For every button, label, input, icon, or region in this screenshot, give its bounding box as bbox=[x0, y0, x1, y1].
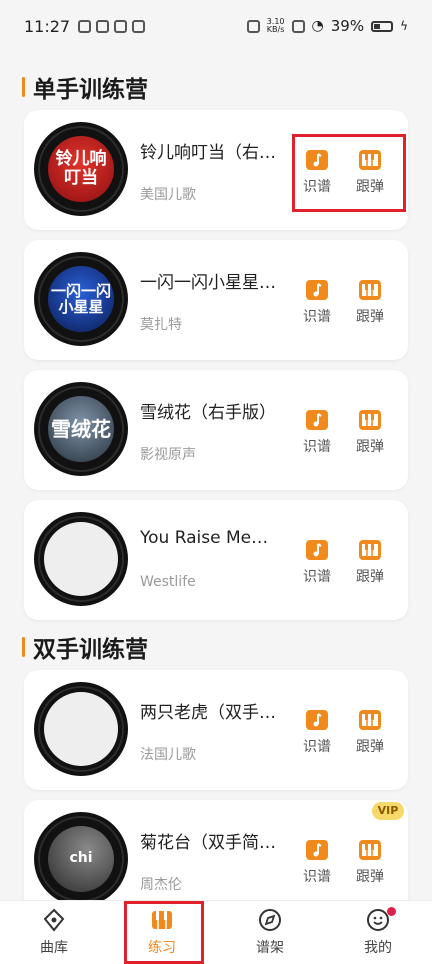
highlight-box-actions bbox=[292, 134, 406, 212]
section-title-text: 单手训练营 bbox=[33, 77, 148, 103]
bottom-tab-bar: 曲库 练习 谱架 我的 bbox=[0, 900, 432, 964]
record-disc bbox=[34, 682, 128, 776]
song-title: 一闪一闪小星星… bbox=[140, 273, 276, 293]
sight-read-label: 识谱 bbox=[303, 869, 331, 885]
status-right: 3.10 KB/s ◔ 39% ϟ bbox=[246, 17, 408, 35]
note-icon bbox=[306, 710, 328, 730]
notification-icons bbox=[78, 19, 146, 33]
play-along-label: 跟弹 bbox=[356, 869, 384, 885]
song-title: You Raise Me… bbox=[140, 528, 269, 548]
song-title: 菊花台（双手简… bbox=[140, 833, 276, 853]
battery-icon bbox=[371, 20, 394, 32]
sight-read-label: 识谱 bbox=[303, 309, 331, 325]
music-library-icon bbox=[43, 908, 65, 932]
play-along-button[interactable]: 跟弹 bbox=[350, 840, 390, 886]
record-disc: chi bbox=[34, 812, 128, 906]
piano-keys-icon bbox=[359, 410, 381, 430]
play-along-label: 跟弹 bbox=[356, 439, 384, 455]
song-title: 铃儿响叮当（右… bbox=[140, 143, 276, 163]
song-card[interactable]: 两只老虎（双手… 法国儿歌 识谱 跟弹 bbox=[24, 670, 408, 790]
sight-read-button[interactable]: 识谱 bbox=[297, 840, 337, 886]
play-along-button[interactable]: 跟弹 bbox=[350, 280, 390, 326]
record-disc: 铃儿响叮当 bbox=[34, 122, 128, 216]
section-title-single-hand: 单手训练营 bbox=[22, 70, 148, 104]
song-artist: 影视原声 bbox=[140, 447, 196, 463]
play-along-label: 跟弹 bbox=[356, 739, 384, 755]
cover-art: 一闪一闪 小星星 bbox=[48, 266, 114, 332]
sight-read-button[interactable]: 识谱 bbox=[297, 710, 337, 756]
battery-percent: 39% bbox=[330, 17, 365, 35]
record-disc: 雪绒花 bbox=[34, 382, 128, 476]
sight-read-label: 识谱 bbox=[303, 739, 331, 755]
net-speed-unit: KB/s bbox=[266, 25, 285, 34]
compass-icon bbox=[259, 909, 281, 931]
note-icon bbox=[306, 410, 328, 430]
song-title: 两只老虎（双手… bbox=[140, 703, 276, 723]
note-icon bbox=[306, 840, 328, 860]
tab-label: 曲库 bbox=[40, 940, 68, 956]
note-icon bbox=[306, 540, 328, 560]
piano-keys-icon bbox=[359, 540, 381, 560]
cover-art: 雪绒花 bbox=[48, 396, 114, 462]
cover-art: 铃儿响叮当 bbox=[48, 136, 114, 202]
record-disc: 一闪一闪 小星星 bbox=[34, 252, 128, 346]
play-along-button[interactable]: 跟弹 bbox=[350, 540, 390, 586]
song-card[interactable]: 一闪一闪 小星星 一闪一闪小星星… 莫扎特 识谱 跟弹 bbox=[24, 240, 408, 360]
tab-label: 我的 bbox=[364, 940, 392, 956]
status-bar: 11:27 3.10 KB/s ◔ 39% ϟ bbox=[0, 0, 432, 52]
song-artist: 法国儿歌 bbox=[140, 747, 196, 763]
app-icon bbox=[96, 19, 110, 33]
note-icon bbox=[306, 280, 328, 300]
highlight-box-practice-tab bbox=[124, 901, 204, 964]
sight-read-button[interactable]: 识谱 bbox=[297, 540, 337, 586]
net-speed: 3.10 KB/s bbox=[267, 18, 285, 34]
song-artist: 周杰伦 bbox=[140, 877, 182, 893]
vip-badge: VIP bbox=[372, 802, 404, 820]
section-bar bbox=[22, 77, 25, 97]
section-title-two-hand: 双手训练营 bbox=[22, 630, 148, 664]
song-card[interactable]: 雪绒花 雪绒花（右手版） 影视原声 识谱 跟弹 bbox=[24, 370, 408, 490]
record-disc bbox=[34, 512, 128, 606]
sight-read-button[interactable]: 识谱 bbox=[297, 410, 337, 456]
sight-read-button[interactable]: 识谱 bbox=[297, 280, 337, 326]
sim-icon bbox=[291, 19, 305, 33]
song-artist: 美国儿歌 bbox=[140, 187, 196, 203]
play-along-label: 跟弹 bbox=[356, 309, 384, 325]
wechat-icon bbox=[132, 19, 146, 33]
section-bar bbox=[22, 637, 25, 657]
app-icon bbox=[78, 19, 92, 33]
section-title-text: 双手训练营 bbox=[33, 637, 148, 663]
notification-dot bbox=[387, 907, 396, 916]
cover-art: chi bbox=[48, 826, 114, 892]
status-time: 11:27 bbox=[24, 16, 71, 36]
vibrate-icon bbox=[246, 19, 260, 33]
play-along-label: 跟弹 bbox=[356, 569, 384, 585]
song-artist: Westlife bbox=[140, 574, 196, 590]
tab-library[interactable]: 曲库 bbox=[0, 901, 108, 964]
tiktok-icon bbox=[114, 19, 128, 33]
play-along-button[interactable]: 跟弹 bbox=[350, 410, 390, 456]
sight-read-label: 识谱 bbox=[303, 439, 331, 455]
tab-label: 谱架 bbox=[256, 940, 284, 956]
wifi-icon: ◔ bbox=[311, 18, 324, 34]
sight-read-label: 识谱 bbox=[303, 569, 331, 585]
piano-keys-icon bbox=[359, 710, 381, 730]
tab-music-stand[interactable]: 谱架 bbox=[216, 901, 324, 964]
song-title: 雪绒花（右手版） bbox=[140, 403, 276, 423]
tab-me[interactable]: 我的 bbox=[324, 901, 432, 964]
piano-keys-icon bbox=[359, 840, 381, 860]
play-along-button[interactable]: 跟弹 bbox=[350, 710, 390, 756]
song-artist: 莫扎特 bbox=[140, 317, 182, 333]
song-card[interactable]: You Raise Me… Westlife 识谱 跟弹 bbox=[24, 500, 408, 620]
charging-icon: ϟ bbox=[400, 19, 408, 33]
cover-art-placeholder bbox=[44, 522, 118, 596]
cover-art-placeholder bbox=[44, 692, 118, 766]
piano-keys-icon bbox=[359, 280, 381, 300]
